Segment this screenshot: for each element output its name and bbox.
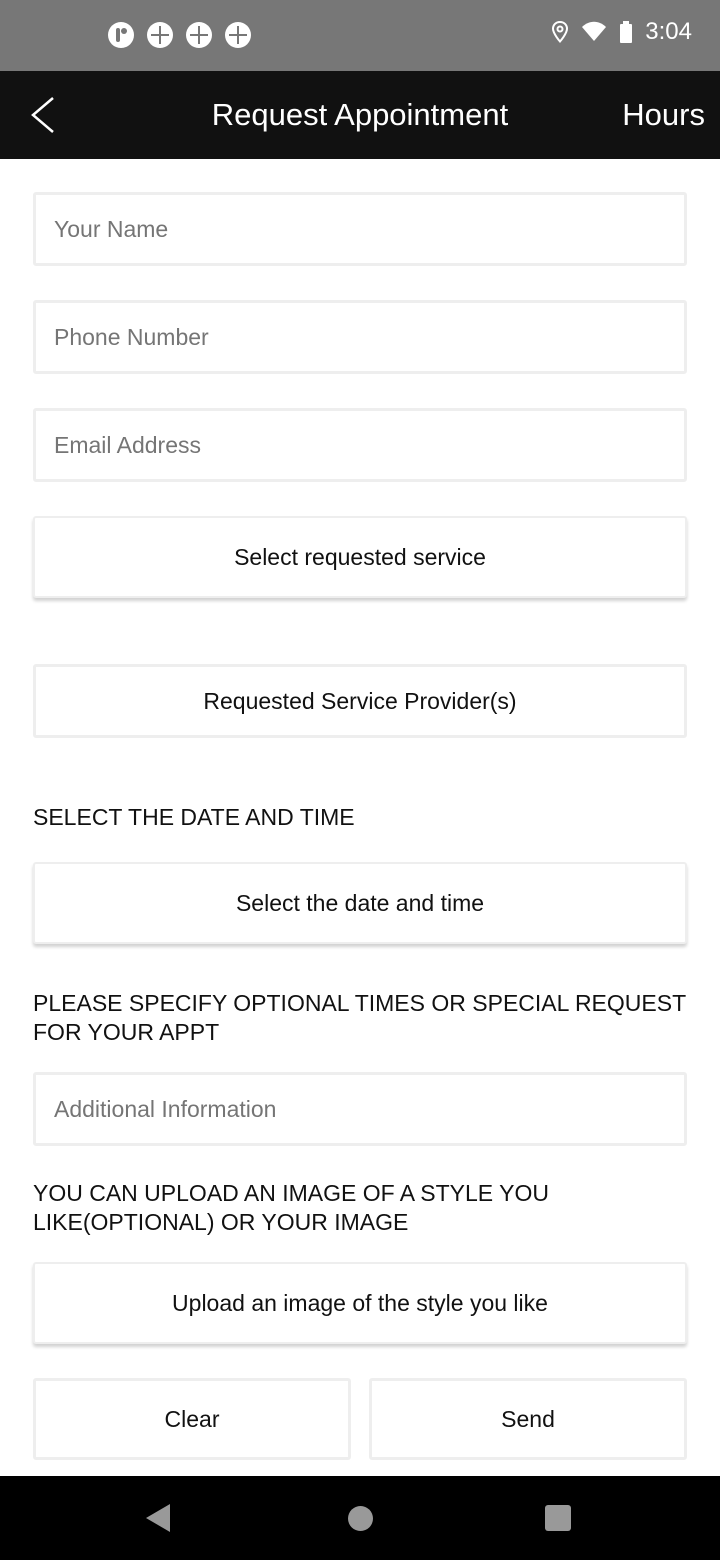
- name-field[interactable]: [33, 192, 687, 266]
- upload-image-button[interactable]: Upload an image of the style you like: [33, 1262, 687, 1344]
- page-title: Request Appointment: [211, 97, 509, 132]
- email-field[interactable]: [33, 408, 687, 482]
- notification-icons: [108, 22, 251, 48]
- phone-input[interactable]: [36, 303, 684, 371]
- nav-home-icon[interactable]: [348, 1506, 373, 1531]
- clear-button[interactable]: Clear: [33, 1378, 351, 1460]
- system-status: 3:04: [551, 18, 692, 46]
- nav-back-icon[interactable]: [146, 1504, 170, 1532]
- additional-info-field[interactable]: [33, 1072, 687, 1146]
- email-input[interactable]: [36, 411, 684, 479]
- status-bar: 3:04: [0, 0, 720, 71]
- additional-info-input[interactable]: [36, 1075, 684, 1143]
- app-bar: Request Appointment Hours: [0, 71, 720, 159]
- clover-notification-icon: [186, 22, 212, 48]
- clover-notification-icon: [147, 22, 173, 48]
- status-time: 3:04: [645, 18, 692, 45]
- system-nav-bar: [0, 1476, 720, 1560]
- upload-section-label: YOU CAN UPLOAD AN IMAGE OF A STYLE YOU L…: [33, 1180, 549, 1235]
- date-section-label: SELECT THE DATE AND TIME: [33, 804, 355, 830]
- location-icon: [552, 20, 569, 44]
- phone-field[interactable]: [33, 300, 687, 374]
- special-request-label: PLEASE SPECIFY OPTIONAL TIMES OR SPECIAL…: [33, 990, 686, 1045]
- name-input[interactable]: [36, 195, 684, 263]
- send-button[interactable]: Send: [369, 1378, 687, 1460]
- battery-icon: [620, 21, 633, 43]
- app-notification-icon: [108, 22, 134, 48]
- nav-recents-icon[interactable]: [545, 1505, 571, 1531]
- clover-notification-icon: [225, 22, 251, 48]
- select-date-time-button[interactable]: Select the date and time: [33, 862, 687, 944]
- select-service-button[interactable]: Select requested service: [33, 516, 687, 598]
- hours-button[interactable]: Hours: [622, 97, 705, 133]
- service-provider-button[interactable]: Requested Service Provider(s): [33, 664, 687, 738]
- wifi-icon: [582, 21, 607, 41]
